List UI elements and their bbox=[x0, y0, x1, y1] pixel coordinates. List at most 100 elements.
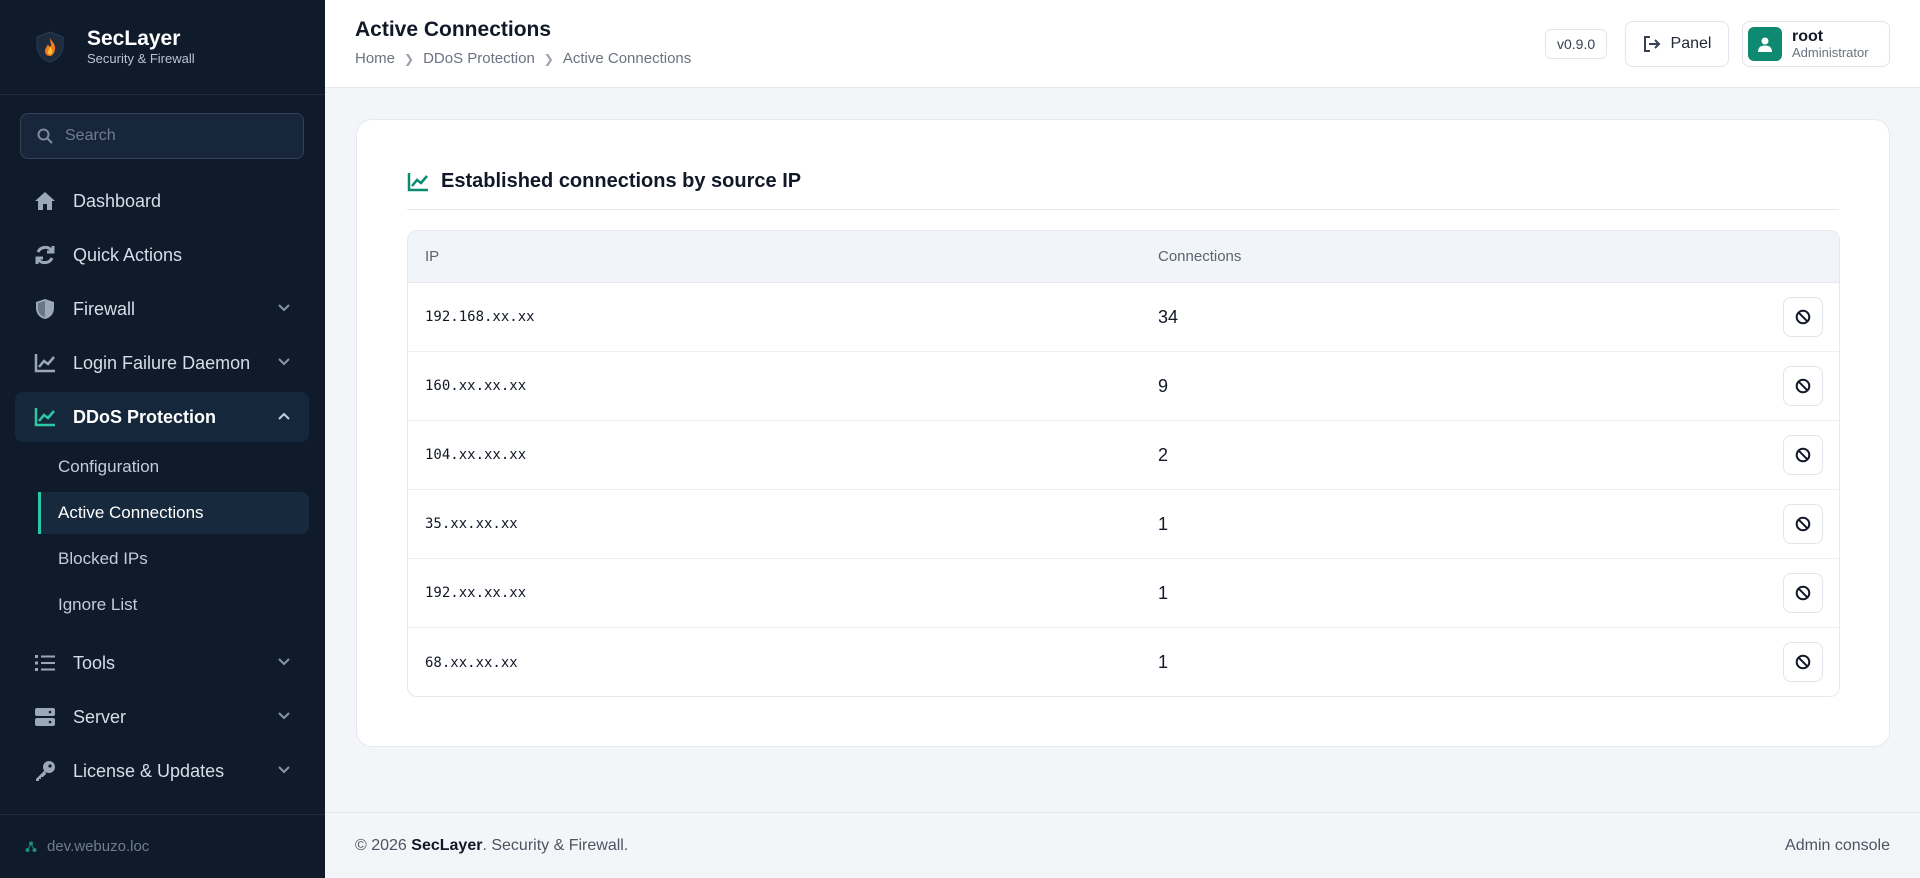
sidebar-item-label: DDoS Protection bbox=[73, 406, 217, 427]
chart-line-icon bbox=[33, 351, 57, 375]
sidebar-item-license-updates[interactable]: License & Updates bbox=[15, 746, 309, 796]
table-row: 192.168.xx.xx 34 bbox=[408, 283, 1839, 352]
block-ip-button[interactable] bbox=[1783, 573, 1823, 613]
user-name: root bbox=[1792, 28, 1824, 45]
list-icon bbox=[33, 651, 57, 675]
user-role: Administrator bbox=[1792, 45, 1869, 60]
block-ip-button[interactable] bbox=[1783, 366, 1823, 406]
ban-icon bbox=[1795, 585, 1811, 601]
chevron-down-icon bbox=[278, 766, 290, 774]
table-row: 160.xx.xx.xx 9 bbox=[408, 352, 1839, 421]
chart-line-icon bbox=[407, 173, 428, 192]
ip-address: 104.xx.xx.xx bbox=[425, 447, 527, 463]
ddos-submenu: Configuration Active Connections Blocked… bbox=[15, 446, 309, 626]
sidebar-item-ddos-protection[interactable]: DDoS Protection bbox=[15, 392, 309, 442]
sidebar-item-label: Login Failure Daemon bbox=[73, 352, 251, 373]
search-input[interactable]: Search bbox=[20, 113, 304, 159]
sidebar-subitem-blocked-ips[interactable]: Blocked IPs bbox=[38, 538, 309, 580]
table-row: 68.xx.xx.xx 1 bbox=[408, 628, 1839, 696]
sidebar: SecLayer Security & Firewall Search Dash… bbox=[0, 0, 325, 878]
breadcrumb: Home ❯ DDoS Protection ❯ Active Connecti… bbox=[355, 50, 691, 67]
block-ip-button[interactable] bbox=[1783, 435, 1823, 475]
breadcrumb-home[interactable]: Home bbox=[355, 50, 395, 67]
version-badge: v0.9.0 bbox=[1545, 29, 1608, 59]
panel-button-label: Panel bbox=[1670, 35, 1712, 52]
shield-icon bbox=[33, 297, 57, 321]
ban-icon bbox=[1795, 516, 1811, 532]
flame-shield-logo-icon bbox=[30, 27, 70, 67]
connection-count: 1 bbox=[1158, 652, 1169, 672]
ip-address: 192.168.xx.xx bbox=[425, 309, 535, 325]
chevron-up-icon bbox=[278, 412, 290, 420]
ip-address: 192.xx.xx.xx bbox=[425, 585, 527, 601]
brand[interactable]: SecLayer Security & Firewall bbox=[0, 0, 325, 95]
ban-icon bbox=[1795, 447, 1811, 463]
breadcrumb-current: Active Connections bbox=[562, 50, 692, 67]
sidebar-item-firewall[interactable]: Firewall bbox=[15, 284, 309, 334]
card-title-text: Established connections by source IP bbox=[441, 170, 802, 192]
copyright: © 2026 SecLayer. Security & Firewall. bbox=[355, 837, 628, 855]
sign-out-icon bbox=[1643, 36, 1660, 52]
copyright-prefix: © 2026 bbox=[355, 837, 412, 854]
sidebar-item-label: Dashboard bbox=[73, 190, 162, 211]
copyright-brand: SecLayer bbox=[411, 837, 483, 854]
user-menu[interactable]: root Administrator bbox=[1742, 21, 1890, 67]
network-icon bbox=[25, 841, 37, 852]
sidebar-nav: Dashboard Quick Actions Firewall Login F… bbox=[15, 176, 309, 800]
top-header: Active Connections Home ❯ DDoS Protectio… bbox=[325, 0, 1920, 88]
ban-icon bbox=[1795, 378, 1811, 394]
ip-address: 35.xx.xx.xx bbox=[425, 516, 518, 532]
sidebar-item-server[interactable]: Server bbox=[15, 692, 309, 742]
server-icon bbox=[33, 705, 57, 729]
search-placeholder: Search bbox=[65, 127, 116, 144]
admin-console-label: Admin console bbox=[1785, 837, 1890, 854]
panel-button[interactable]: Panel bbox=[1625, 21, 1729, 67]
user-icon bbox=[1758, 37, 1772, 52]
sidebar-subitem-active-connections[interactable]: Active Connections bbox=[38, 492, 309, 534]
avatar bbox=[1748, 27, 1782, 61]
table-row: 192.xx.xx.xx 1 bbox=[408, 559, 1839, 628]
chart-line-icon bbox=[33, 405, 57, 429]
home-icon bbox=[33, 189, 57, 213]
breadcrumb-ddos-protection[interactable]: DDoS Protection bbox=[423, 50, 535, 67]
chevron-down-icon bbox=[278, 658, 290, 666]
connection-count: 2 bbox=[1158, 444, 1169, 465]
table-row: 104.xx.xx.xx 2 bbox=[408, 421, 1839, 490]
ip-address: 68.xx.xx.xx bbox=[425, 654, 518, 671]
chevron-right-icon: ❯ bbox=[543, 51, 554, 66]
sidebar-item-label: License & Updates bbox=[73, 760, 225, 781]
sidebar-item-dashboard[interactable]: Dashboard bbox=[15, 176, 309, 226]
brand-name: SecLayer bbox=[87, 27, 181, 50]
connection-count: 34 bbox=[1158, 306, 1179, 327]
sidebar-subitem-configuration[interactable]: Configuration bbox=[38, 446, 309, 488]
block-ip-button[interactable] bbox=[1783, 642, 1823, 682]
connection-count: 1 bbox=[1158, 513, 1169, 534]
column-header-connections: Connections bbox=[1158, 248, 1242, 265]
block-ip-button[interactable] bbox=[1783, 297, 1823, 337]
sidebar-item-label: Tools bbox=[73, 652, 116, 673]
ban-icon bbox=[1795, 654, 1811, 670]
brand-tagline: Security & Firewall bbox=[87, 51, 195, 66]
host-name: dev.webuzo.loc bbox=[47, 838, 150, 855]
sidebar-item-quick-actions[interactable]: Quick Actions bbox=[15, 230, 309, 280]
refresh-icon bbox=[33, 243, 57, 267]
chevron-down-icon bbox=[278, 304, 290, 312]
sidebar-subitem-ignore-list[interactable]: Ignore List bbox=[38, 584, 309, 626]
copyright-suffix: . Security & Firewall. bbox=[482, 837, 629, 854]
card-title: Established connections by source IP bbox=[407, 170, 1839, 210]
chevron-down-icon bbox=[278, 712, 290, 720]
column-header-ip: IP bbox=[425, 248, 440, 265]
chevron-right-icon: ❯ bbox=[404, 51, 415, 66]
table-row: 35.xx.xx.xx 1 bbox=[408, 490, 1839, 559]
key-icon bbox=[33, 759, 57, 783]
sidebar-item-label: Quick Actions bbox=[73, 244, 183, 265]
block-ip-button[interactable] bbox=[1783, 504, 1823, 544]
sidebar-item-tools[interactable]: Tools bbox=[15, 638, 309, 688]
connection-count: 1 bbox=[1158, 582, 1169, 603]
search-icon bbox=[37, 128, 53, 144]
chevron-down-icon bbox=[278, 358, 290, 366]
page-footer: © 2026 SecLayer. Security & Firewall. Ad… bbox=[325, 812, 1920, 878]
connections-card: Established connections by source IP IP … bbox=[356, 119, 1890, 747]
sidebar-item-login-failure-daemon[interactable]: Login Failure Daemon bbox=[15, 338, 309, 388]
connections-table: IP Connections 192.168.xx.xx 34 160.xx.xx.… bbox=[407, 230, 1840, 697]
